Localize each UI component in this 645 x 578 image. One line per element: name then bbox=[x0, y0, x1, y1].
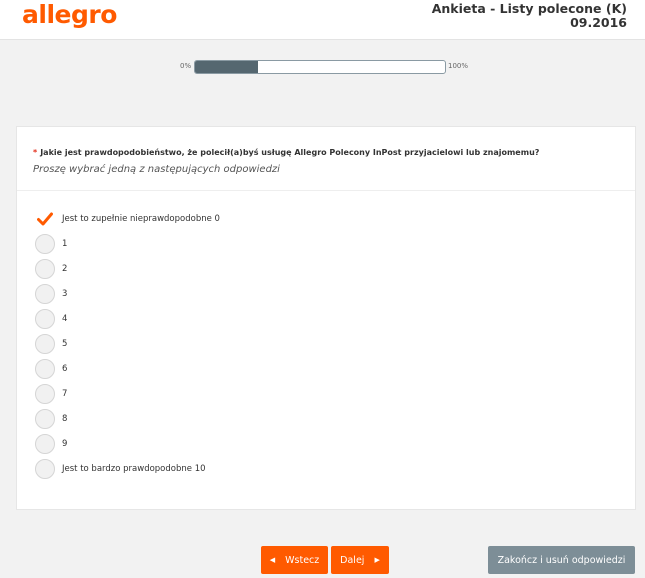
answer-option[interactable]: 2 bbox=[35, 256, 220, 281]
answer-option[interactable]: 4 bbox=[35, 306, 220, 331]
radio-button[interactable] bbox=[35, 233, 55, 254]
header-bar: allegro Ankieta - Listy polecone (K) 09.… bbox=[0, 0, 645, 40]
divider bbox=[17, 190, 635, 191]
radio-button[interactable] bbox=[35, 358, 55, 379]
navigation-buttons: ◀ Wstecz Dalej ▶ Zakończ i usuń odpowied… bbox=[0, 546, 645, 576]
radio-button[interactable] bbox=[35, 408, 55, 429]
progress-fill bbox=[195, 61, 258, 73]
back-button-label: Wstecz bbox=[285, 554, 320, 566]
answer-option-label: Jest to zupełnie nieprawdopodobne 0 bbox=[62, 213, 220, 224]
radio-button[interactable] bbox=[35, 283, 55, 304]
radio-button[interactable] bbox=[35, 383, 55, 404]
answer-option[interactable]: 8 bbox=[35, 406, 220, 431]
allegro-logo[interactable]: allegro bbox=[22, 0, 117, 29]
radio-button[interactable] bbox=[35, 258, 55, 279]
answer-option-label: 3 bbox=[62, 288, 68, 299]
question-text: Jakie jest prawdopodobieństwo, że poleci… bbox=[40, 148, 540, 157]
answer-option-label: 6 bbox=[62, 363, 68, 374]
survey-title-name: Ankieta - Listy polecone (K) bbox=[431, 1, 627, 16]
next-button-label: Dalej bbox=[340, 554, 365, 566]
progress-min-label: 0% bbox=[180, 62, 192, 70]
survey-title-date: 09.2016 bbox=[570, 15, 627, 30]
answer-option[interactable]: 6 bbox=[35, 356, 220, 381]
checkmark-icon bbox=[37, 212, 53, 225]
required-marker: * bbox=[33, 148, 38, 157]
progress-max-label: 100% bbox=[448, 62, 469, 70]
answer-option[interactable]: 5 bbox=[35, 331, 220, 356]
next-button[interactable]: Dalej ▶ bbox=[331, 546, 389, 574]
answer-option-label: 5 bbox=[62, 338, 68, 349]
back-button[interactable]: ◀ Wstecz bbox=[261, 546, 328, 574]
question-card: * Jakie jest prawdopodobieństwo, że polec… bbox=[16, 126, 636, 510]
answer-option-label: 9 bbox=[62, 438, 68, 449]
answer-option-label: 8 bbox=[62, 413, 68, 424]
answer-option[interactable]: Jest to zupełnie nieprawdopodobne 0 bbox=[35, 206, 220, 231]
answer-option-label: 4 bbox=[62, 313, 68, 324]
answer-option[interactable]: 9 bbox=[35, 431, 220, 456]
answer-option-label: 7 bbox=[62, 388, 68, 399]
answer-option[interactable]: 1 bbox=[35, 231, 220, 256]
answer-option-label: 2 bbox=[62, 263, 68, 274]
answer-option-label: Jest to bardzo prawdopodobne 10 bbox=[62, 463, 206, 474]
radio-button[interactable] bbox=[35, 333, 55, 354]
answer-option[interactable]: 3 bbox=[35, 281, 220, 306]
finish-and-clear-button[interactable]: Zakończ i usuń odpowiedzi bbox=[488, 546, 635, 574]
question-text-row: * Jakie jest prawdopodobieństwo, że polec… bbox=[33, 148, 623, 157]
radio-button[interactable] bbox=[35, 458, 55, 479]
question-instruction: Proszę wybrać jedną z następujących odpo… bbox=[33, 164, 280, 175]
radio-button[interactable] bbox=[35, 433, 55, 454]
progress-track bbox=[194, 60, 446, 74]
chevron-right-icon: ▶ bbox=[374, 556, 380, 564]
answer-option[interactable]: 7 bbox=[35, 381, 220, 406]
progress-bar: 0% 100% bbox=[180, 60, 480, 76]
finish-button-label: Zakończ i usuń odpowiedzi bbox=[497, 554, 626, 566]
survey-title: Ankieta - Listy polecone (K) 09.2016 bbox=[432, 2, 627, 30]
radio-checked[interactable] bbox=[35, 209, 55, 229]
answer-option-label: 1 bbox=[62, 238, 68, 249]
answer-option[interactable]: Jest to bardzo prawdopodobne 10 bbox=[35, 456, 220, 481]
chevron-left-icon: ◀ bbox=[269, 556, 276, 564]
radio-button[interactable] bbox=[35, 308, 55, 329]
answer-options: Jest to zupełnie nieprawdopodobne 0 1 2 3 4 5… bbox=[35, 206, 220, 481]
